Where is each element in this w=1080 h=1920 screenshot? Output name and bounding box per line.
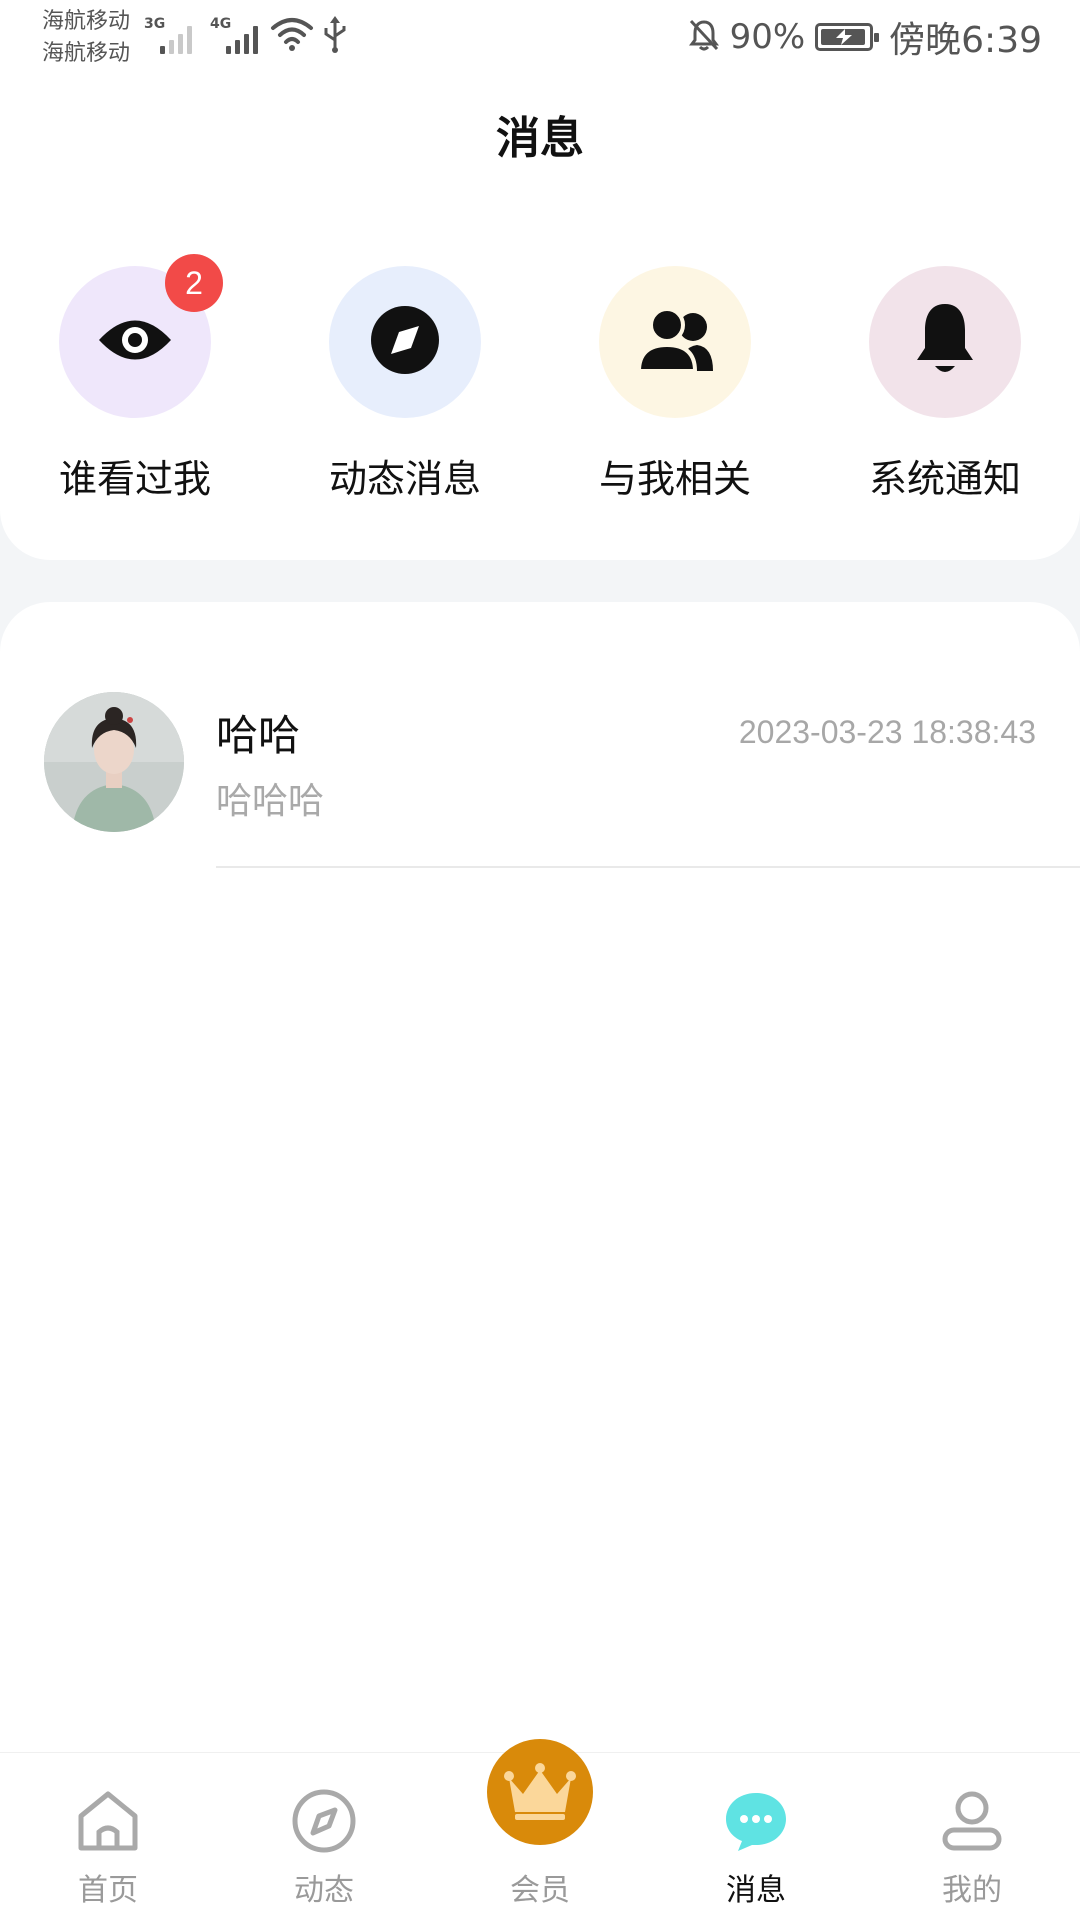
carrier-1: 海航移动	[42, 9, 131, 34]
nav-label: 动态	[294, 1873, 354, 1908]
nav-profile[interactable]: 我的	[864, 1753, 1080, 1920]
unread-badge: 2	[165, 254, 223, 312]
carrier-2: 海航移动	[42, 41, 131, 66]
nav-label: 会员	[510, 1873, 570, 1908]
shortcut-circle	[599, 266, 751, 418]
home-icon	[0, 1781, 216, 1861]
shortcut-label: 动态消息	[328, 457, 481, 501]
crown-icon[interactable]	[487, 1739, 593, 1845]
shortcut-label: 与我相关	[598, 457, 751, 501]
conversation-item[interactable]: 哈哈 2023-03-23 18:38:43 哈哈哈	[0, 692, 1080, 868]
mute-bell-icon	[688, 18, 720, 56]
nav-label: 消息	[726, 1873, 786, 1908]
message-timestamp: 2023-03-23 18:38:43	[738, 714, 1036, 750]
shortcut-who-viewed-me[interactable]: 2 谁看过我	[15, 254, 255, 503]
clock: 傍晚6:39	[889, 20, 1042, 61]
shortcut-system-notice[interactable]: 系统通知	[825, 266, 1065, 503]
shortcut-label: 谁看过我	[58, 457, 211, 501]
shortcut-circle	[869, 266, 1021, 418]
eye-icon	[97, 313, 173, 371]
shortcut-circle: 2	[59, 254, 223, 418]
page-title: 消息	[496, 113, 584, 164]
shortcut-feed-messages[interactable]: 动态消息	[285, 266, 525, 503]
shortcut-label: 系统通知	[868, 457, 1021, 501]
nav-feed[interactable]: 动态	[216, 1753, 432, 1920]
battery-percent: 90%	[729, 17, 806, 57]
nav-label: 我的	[942, 1873, 1002, 1908]
contact-name: 哈哈	[216, 711, 301, 760]
compass-icon	[216, 1781, 432, 1861]
usb-icon	[322, 16, 348, 58]
shortcut-circle	[329, 266, 481, 418]
status-bar: 海航移动 海航移动 3G 4G 90% 傍晚6:39	[0, 0, 1080, 80]
compass-icon	[369, 304, 441, 380]
message-list: 哈哈 2023-03-23 18:38:43 哈哈哈	[0, 602, 1080, 1752]
nav-messages[interactable]: 消息	[648, 1753, 864, 1920]
status-right: 90% 傍晚6:39	[688, 12, 1042, 62]
carrier-labels: 海航移动 海航移动	[42, 6, 130, 70]
header-card: 消息 2 谁看过我 动态消息 与我相关 系统通知	[0, 80, 1080, 560]
bottom-nav: 首页 动态 会员 消息 我的	[0, 1739, 1080, 1920]
user-icon	[864, 1781, 1080, 1861]
bell-icon	[913, 302, 977, 382]
wifi-icon	[270, 16, 314, 56]
users-icon	[635, 307, 715, 377]
nav-label: 首页	[78, 1873, 138, 1908]
chat-bubble-icon	[648, 1781, 864, 1861]
shortcut-related-to-me[interactable]: 与我相关	[555, 266, 795, 503]
message-preview: 哈哈哈	[216, 781, 325, 822]
nav-home[interactable]: 首页	[0, 1753, 216, 1920]
divider	[216, 866, 1080, 868]
battery-charging-icon	[815, 23, 880, 51]
avatar[interactable]	[44, 692, 184, 832]
